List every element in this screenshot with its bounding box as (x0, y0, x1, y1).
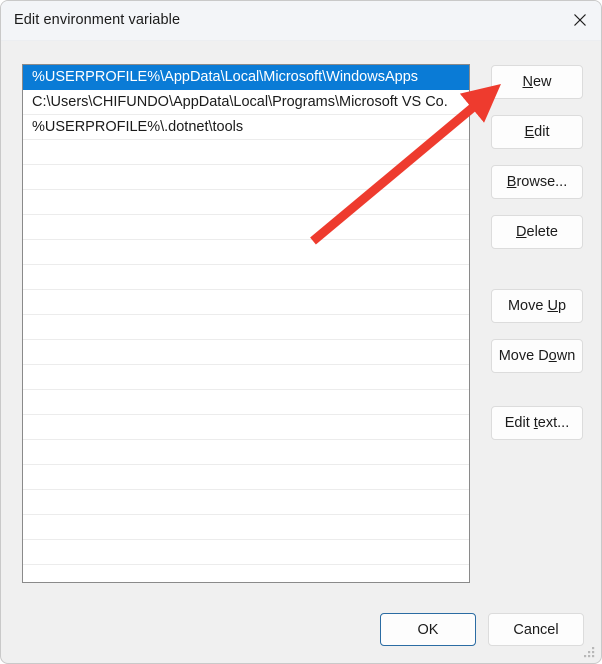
list-item-empty[interactable] (23, 340, 469, 365)
move-up-button[interactable]: Move Up (491, 289, 583, 323)
list-item-empty[interactable] (23, 240, 469, 265)
edit-button-label: Edit (524, 124, 550, 140)
path-list-box[interactable]: %USERPROFILE%\AppData\Local\Microsoft\Wi… (22, 64, 470, 583)
list-item-empty[interactable] (23, 465, 469, 490)
cancel-button[interactable]: Cancel (488, 613, 584, 646)
dialog-title: Edit environment variable (14, 12, 181, 28)
move-up-button-label: Move Up (507, 298, 567, 314)
cancel-button-label: Cancel (513, 621, 559, 638)
move-down-button-label: Move Down (498, 348, 576, 364)
list-item[interactable]: %USERPROFILE%\AppData\Local\Microsoft\Wi… (23, 65, 469, 90)
delete-button-label: Delete (516, 224, 558, 240)
edit-button[interactable]: Edit (491, 115, 583, 149)
browse-button[interactable]: Browse... (491, 165, 583, 199)
close-icon[interactable] (557, 1, 601, 39)
dialog-titlebar: Edit environment variable (1, 1, 601, 41)
ok-button[interactable]: OK (380, 613, 476, 646)
list-item[interactable]: C:\Users\CHIFUNDO\AppData\Local\Programs… (23, 90, 469, 115)
list-item-empty[interactable] (23, 515, 469, 540)
resize-grip-icon[interactable] (582, 645, 596, 659)
list-item-empty[interactable] (23, 315, 469, 340)
list-item-empty[interactable] (23, 365, 469, 390)
edit-text-button-label: Edit text... (504, 415, 570, 431)
new-button[interactable]: New (491, 65, 583, 99)
delete-button[interactable]: Delete (491, 215, 583, 249)
ok-button-label: OK (417, 621, 439, 638)
list-item[interactable]: %USERPROFILE%\.dotnet\tools (23, 115, 469, 140)
list-empty-rows (23, 140, 469, 565)
list-item-empty[interactable] (23, 415, 469, 440)
edit-text-button[interactable]: Edit text... (491, 406, 583, 440)
list-item-empty[interactable] (23, 190, 469, 215)
list-item-empty[interactable] (23, 540, 469, 565)
move-down-button[interactable]: Move Down (491, 339, 583, 373)
list-item-empty[interactable] (23, 215, 469, 240)
list-item-empty[interactable] (23, 265, 469, 290)
edit-environment-variable-dialog: Edit environment variable %USERPROFILE%\… (0, 0, 602, 664)
list-item-empty[interactable] (23, 140, 469, 165)
list-item-empty[interactable] (23, 290, 469, 315)
list-item-empty[interactable] (23, 165, 469, 190)
browse-button-label: Browse... (506, 174, 568, 190)
new-button-label: New (522, 74, 552, 90)
list-item-empty[interactable] (23, 490, 469, 515)
list-item-empty[interactable] (23, 440, 469, 465)
list-item-empty[interactable] (23, 390, 469, 415)
